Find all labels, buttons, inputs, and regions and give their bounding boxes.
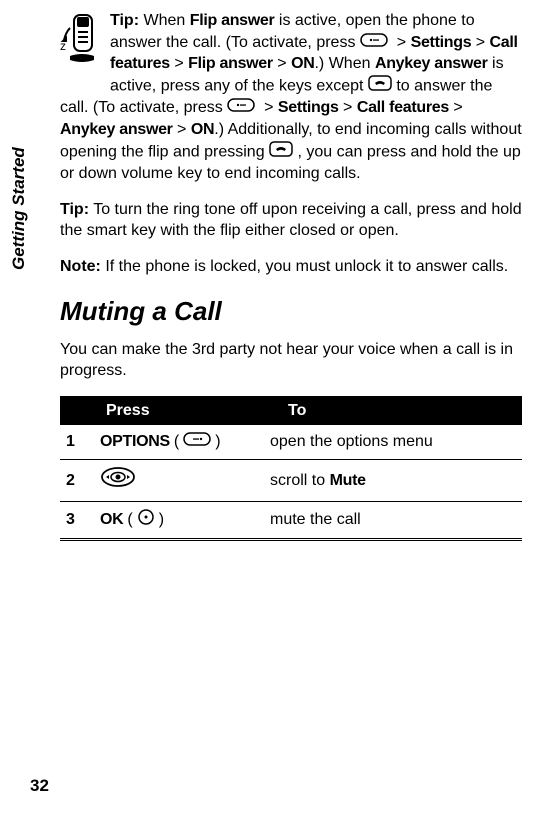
nav-key-icon <box>100 466 136 495</box>
flip-answer-term-2: Flip answer <box>188 55 273 72</box>
tip-paragraph-1: z Tip: When Flip answer is active, open … <box>60 10 522 185</box>
text: > <box>174 55 188 72</box>
step-press: OK ( ) <box>100 508 270 533</box>
end-key-icon <box>368 75 392 98</box>
text: > <box>173 121 191 138</box>
phone-icon: z <box>60 12 102 73</box>
end-key-icon-2 <box>269 141 293 164</box>
step-to: scroll to Mute <box>270 470 522 492</box>
section-heading: Muting a Call <box>60 294 522 329</box>
mute-term: Mute <box>330 472 366 489</box>
right-softkey-icon <box>183 431 211 453</box>
table-row: 1 OPTIONS ( ) open the options menu <box>60 425 522 460</box>
paren-open: ( <box>127 509 132 531</box>
page-content: z Tip: When Flip answer is active, open … <box>0 0 552 561</box>
step-press: OPTIONS ( ) <box>100 431 270 453</box>
text: > <box>449 99 463 116</box>
text: scroll to <box>270 472 330 489</box>
on-term: ON <box>291 55 314 72</box>
settings-term-2: Settings <box>278 99 339 116</box>
settings-term: Settings <box>411 34 472 51</box>
section-side-label: Getting Started <box>8 147 31 270</box>
flip-answer-term: Flip answer <box>190 12 275 29</box>
call-features-term-2: Call features <box>357 99 449 116</box>
text: > <box>273 55 291 72</box>
step-number: 1 <box>60 431 100 453</box>
table-row: 2 scroll to Mute <box>60 460 522 502</box>
step-number: 3 <box>60 509 100 531</box>
paren-open: ( <box>174 431 179 453</box>
col-to-header: To <box>282 396 522 426</box>
table-header: Press To <box>60 396 522 426</box>
text: > <box>339 99 357 116</box>
tip-paragraph-2: Tip: To turn the ring tone off upon rece… <box>60 199 522 242</box>
text: If the phone is locked, you must unlock … <box>101 258 508 275</box>
text: .) When <box>314 55 374 72</box>
anykey-answer-term-2: Anykey answer <box>60 121 173 138</box>
on-term-2: ON <box>191 121 214 138</box>
anykey-answer-term: Anykey answer <box>375 55 488 72</box>
steps-table: Press To 1 OPTIONS ( ) open the options … <box>60 396 522 541</box>
ok-label: OK <box>100 509 123 531</box>
step-to: open the options menu <box>270 431 522 453</box>
text: > <box>260 99 278 116</box>
svg-text:z: z <box>60 39 66 53</box>
tip-label-2: Tip: <box>60 201 89 218</box>
step-number: 2 <box>60 470 100 492</box>
col-press-header: Press <box>100 396 282 426</box>
note-label: Note: <box>60 258 101 275</box>
menu-key-icon <box>360 32 388 54</box>
text: > <box>392 34 410 51</box>
note-paragraph: Note: If the phone is locked, you must u… <box>60 256 522 278</box>
col-num-header <box>60 396 100 426</box>
text: > <box>471 34 489 51</box>
options-label: OPTIONS <box>100 431 170 453</box>
step-press <box>100 466 270 495</box>
text: When <box>139 12 190 29</box>
step-to: mute the call <box>270 509 522 531</box>
paren-close: ) <box>215 431 220 453</box>
page-number: 32 <box>30 775 49 798</box>
menu-key-icon-2 <box>227 97 255 119</box>
center-key-icon <box>137 508 155 533</box>
text: To turn the ring tone off upon receiving… <box>60 201 522 240</box>
tip-label: Tip: <box>110 12 139 29</box>
intro-paragraph: You can make the 3rd party not hear your… <box>60 339 522 382</box>
paren-close: ) <box>159 509 164 531</box>
table-row: 3 OK ( ) mute the call <box>60 502 522 542</box>
